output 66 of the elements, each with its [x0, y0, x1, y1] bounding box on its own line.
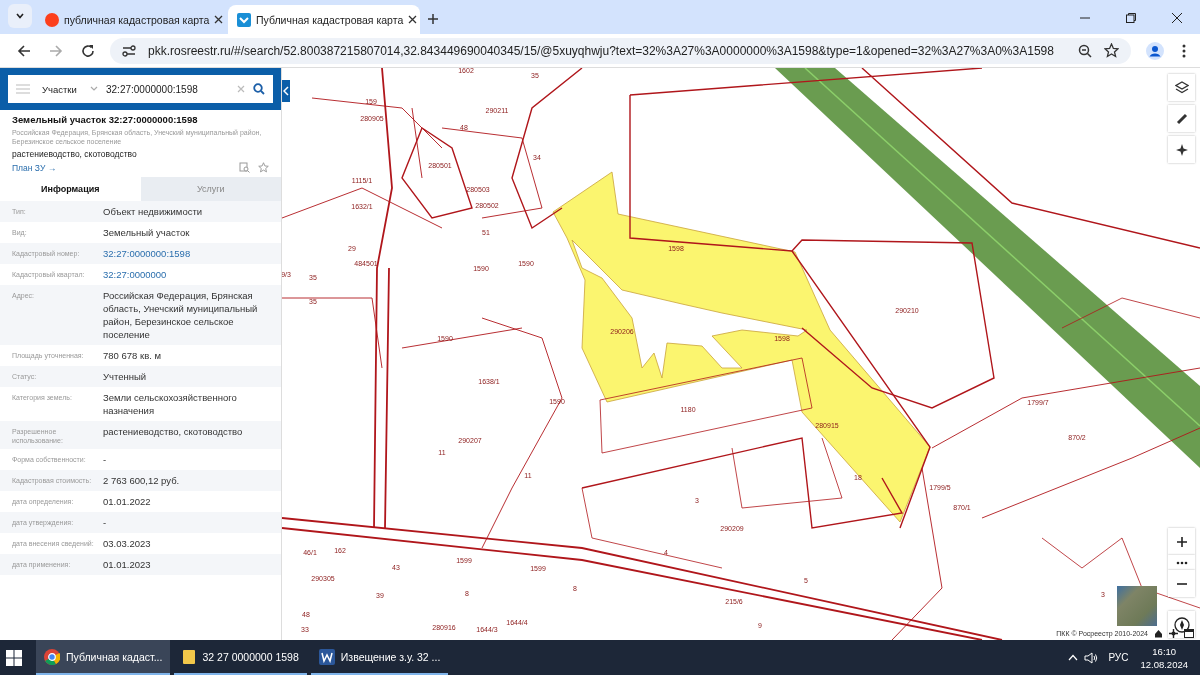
object-title: Земельный участок 32:27:0000000:1598 [12, 114, 199, 125]
field-value: Земельный участок [103, 226, 191, 239]
site-settings-icon[interactable] [122, 44, 136, 57]
satellite-thumbnail[interactable] [1117, 586, 1157, 626]
document-app-icon [318, 648, 335, 665]
plan-link[interactable]: План ЗУ → [12, 162, 231, 173]
browser-icon [44, 648, 60, 665]
close-icon[interactable] [1171, 12, 1183, 25]
tools-button[interactable] [1168, 136, 1195, 163]
taskbar-item[interactable]: Извещение з.у. 32 ... [310, 640, 449, 675]
field-value: Учтенный [103, 370, 148, 383]
chevron-up-icon[interactable] [1068, 654, 1079, 661]
bookmark-star-icon[interactable] [1103, 43, 1119, 59]
compass-icon [1173, 616, 1190, 633]
menu-icon[interactable] [1181, 43, 1186, 58]
start-icon[interactable] [6, 649, 22, 666]
browser-tab[interactable]: публичная кадастровая карта [36, 5, 228, 35]
field-value: 03.03.2023 [103, 537, 152, 550]
field-value: Земли сельскохозяйственного назначения [103, 391, 238, 417]
layers-icon [1174, 80, 1189, 95]
search-engine-icon [45, 13, 59, 27]
field-value: 780 678 кв. м [103, 349, 162, 362]
zoom-in-button[interactable] [1168, 528, 1195, 555]
taskbar-item[interactable]: Публичная кадаст... [36, 640, 171, 675]
browser-tab[interactable]: Публичная кадастровая карта [228, 5, 420, 35]
close-tab-icon[interactable] [214, 15, 224, 25]
folder-icon [182, 648, 197, 665]
zoom-out-button[interactable] [1168, 570, 1195, 597]
ruler-button[interactable] [1168, 105, 1195, 132]
field-value: Российская Федерация, Брянская область, Унечский муниципальный район, Березинское сельское поселение [103, 289, 259, 341]
search-icon[interactable] [253, 83, 265, 95]
dots-icon [1175, 560, 1188, 565]
field-link[interactable]: 32:27:0000000 [103, 268, 271, 281]
clock-date[interactable]: 12.08.2024 [1140, 657, 1188, 671]
search-field[interactable]: Участки 32:27:0000000:1598 [8, 75, 273, 103]
taskbar-item[interactable]: 32 27 0000000 1598 [174, 640, 307, 675]
star-icon[interactable] [258, 162, 269, 173]
layers-button[interactable] [1168, 74, 1195, 101]
clock-time[interactable]: 16:10 [1152, 644, 1177, 658]
window-icon[interactable] [1184, 629, 1194, 638]
speaker-icon[interactable] [1084, 651, 1099, 664]
close-tab-icon[interactable] [408, 15, 418, 25]
reload-icon[interactable] [81, 43, 95, 58]
back-icon[interactable] [17, 43, 31, 58]
collapse-panel-button[interactable] [282, 80, 290, 102]
field-value: - [103, 453, 108, 466]
home-icon[interactable] [1154, 629, 1163, 638]
field-value: Объект недвижимости [103, 205, 204, 218]
tab-list-button[interactable] [8, 4, 32, 29]
field-value: 01.01.2023 [103, 558, 152, 571]
pencil-icon [1174, 111, 1189, 126]
field-link[interactable]: 32:27:0000000:1598 [103, 247, 271, 260]
field-value: растениеводство, скотоводство [103, 425, 244, 438]
field-value: - [103, 516, 108, 529]
zoom-icon[interactable] [1077, 43, 1092, 58]
plus-icon [427, 13, 439, 26]
address-bar[interactable]: pkk.rosreestr.ru/#/search/52.800387215807014,32.843449690040345/15/@5xuyqhwju?text=32%3A27%3A0000000%3A1598&type=1&opened=32%3A27%3A0%3A1598 [110, 37, 1131, 64]
plus-icon [1175, 535, 1188, 548]
field-value: 01.01.2022 [103, 495, 152, 508]
crosshair-icon[interactable] [1169, 629, 1178, 638]
object-usage: растениеводство, скотоводство [12, 149, 138, 159]
zoom-levels-button[interactable] [1168, 555, 1195, 570]
profile-icon[interactable] [1145, 41, 1164, 60]
field-value: 2 763 600,12 руб. [103, 474, 181, 487]
language-indicator[interactable]: РУС [1108, 652, 1129, 663]
restore-icon[interactable] [1125, 12, 1137, 25]
